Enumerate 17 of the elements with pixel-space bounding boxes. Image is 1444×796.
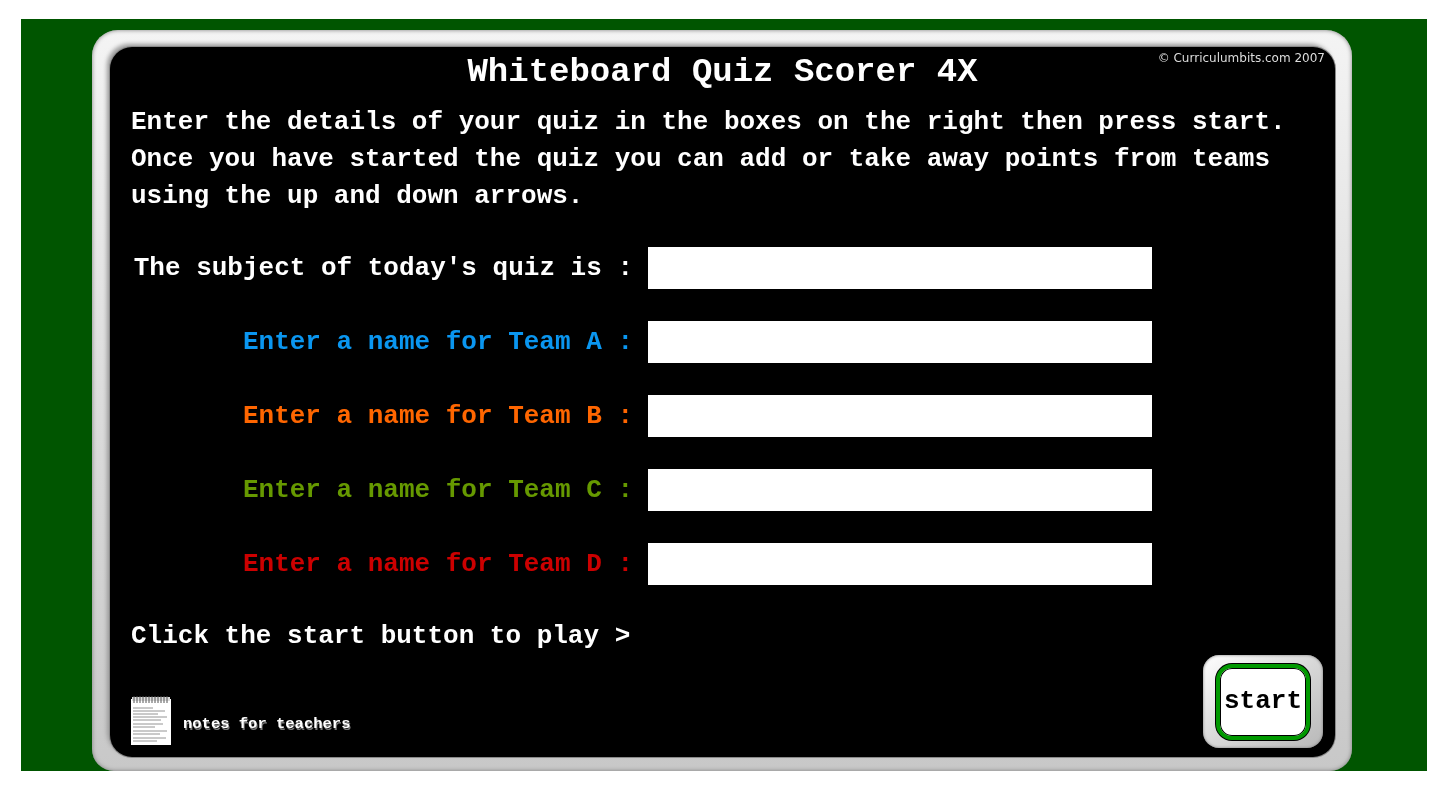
input-field[interactable] [648,395,1152,437]
field-label: Enter a name for Team C : [241,473,633,507]
field-label: Enter a name for Team B : [241,399,633,433]
notepad-icon [131,695,171,745]
prompt-text: Click the start button to play > [131,620,631,653]
app-title: Whiteboard Quiz Scorer 4X [467,52,978,92]
input-field[interactable] [648,321,1152,363]
start-button[interactable]: start [1203,655,1323,748]
field-label: Enter a name for Team D : [241,547,633,581]
input-field[interactable] [648,247,1152,289]
notes-link[interactable]: notes for teachers [131,695,351,745]
field-label: Enter a name for Team A : [241,325,633,359]
input-field[interactable] [648,543,1152,585]
copyright-text: © Curriculumbits.com 2007 [1157,50,1325,66]
instructions-text: Enter the details of your quiz in the boxes on the right then press start. Once you have started the quiz you can add or take away points from teams using the up and down arrows. [131,106,1287,213]
field-label: The subject of today's quiz is : [132,251,633,285]
input-field[interactable] [648,469,1152,511]
